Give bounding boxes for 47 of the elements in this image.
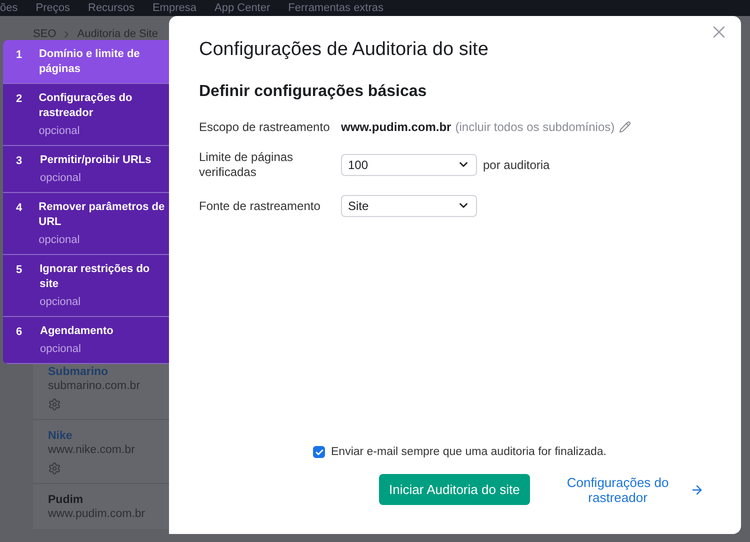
project-domain: www.pudim.com.br	[48, 507, 146, 521]
step-title: Agendamento	[40, 324, 114, 339]
source-select[interactable]: Site	[341, 194, 477, 216]
step-number: 4	[16, 201, 23, 216]
nav-item[interactable]: Preços	[36, 1, 70, 15]
gear-icon[interactable]	[48, 398, 61, 411]
step-number: 6	[16, 325, 24, 340]
step-title: Domínio e limite de páginas	[38, 47, 141, 77]
modal-title: Configurações de Auditoria do site	[199, 38, 490, 62]
project-name[interactable]: Nike	[48, 429, 173, 443]
step-subtitle: opcional	[38, 233, 81, 248]
gear-icon[interactable]	[48, 462, 61, 475]
field-label: Limite de páginas verificadas	[199, 150, 294, 180]
step-subtitle: opcional	[38, 124, 81, 139]
step-title: Permitir/proibir URLs	[40, 153, 152, 168]
step-title: Remover parâmetros de URL	[38, 200, 165, 230]
scope-domain: www.pudim.com.br	[341, 118, 452, 136]
nav-item[interactable]: ões	[0, 1, 18, 15]
project-domain: submarino.com.br	[48, 379, 142, 393]
nav-item[interactable]: Recursos	[88, 1, 134, 15]
step-number: 5	[16, 263, 24, 278]
project-domain: www.nike.com.br	[48, 443, 136, 457]
nav-item[interactable]: Ferramentas extras	[288, 1, 384, 15]
email-checkbox[interactable]	[313, 446, 325, 458]
edit-icon[interactable]	[618, 120, 631, 132]
project-name[interactable]: Pudim	[48, 493, 173, 507]
step-number: 2	[16, 92, 23, 107]
checkbox-label: Enviar e-mail sempre que uma auditoria for finalizada.	[331, 444, 606, 460]
step-number: 3	[16, 154, 24, 169]
scope-note: (incluir todos os subdomínios)	[455, 118, 615, 136]
field-label: Fonte de rastreamento	[199, 198, 322, 214]
page-limit-select[interactable]: 100	[341, 154, 477, 176]
step-subtitle: opcional	[40, 171, 82, 186]
project-name[interactable]: Submarino	[48, 365, 173, 379]
step-subtitle: opcional	[40, 342, 82, 357]
start-audit-button[interactable]: Iniciar Auditoria do site	[379, 474, 530, 505]
suffix-text: por auditoria	[483, 156, 550, 174]
step-title: Ignorar restrições do site	[40, 262, 151, 292]
nav-item[interactable]: Empresa	[152, 1, 196, 15]
section-heading: Definir configurações básicas	[199, 82, 428, 102]
step-title: Configurações do rastreador	[38, 91, 134, 121]
step-number: 1	[16, 48, 23, 63]
nav-item[interactable]: App Center	[214, 1, 270, 15]
crawler-settings-link[interactable]: Configurações do rastreador	[566, 474, 704, 504]
step-item[interactable]: 1 Domínio e limite de páginas	[3, 40, 169, 84]
step-subtitle: opcional	[40, 295, 82, 310]
field-label: Escopo de rastreamento	[199, 118, 331, 136]
